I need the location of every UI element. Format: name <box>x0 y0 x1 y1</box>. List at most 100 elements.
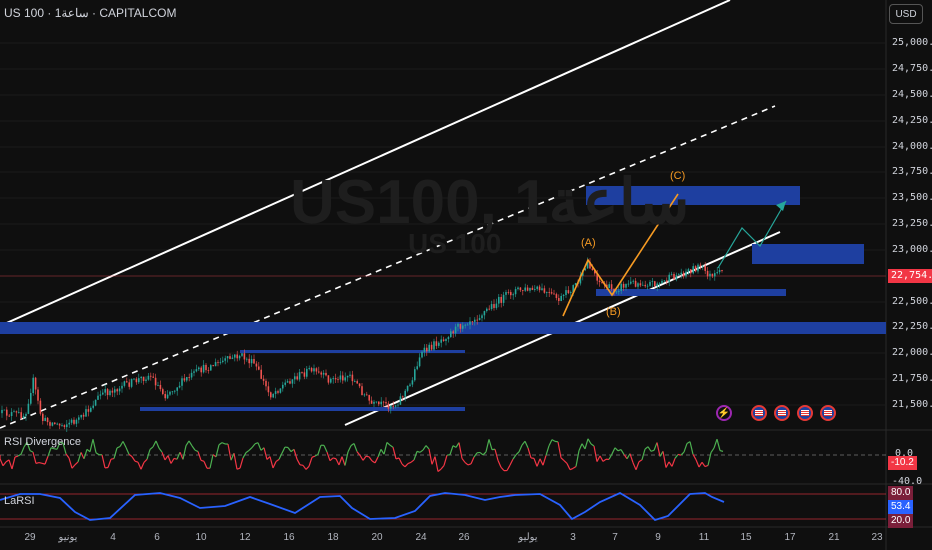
price-tick: 24,500.0 <box>892 89 932 100</box>
candle-body <box>66 424 68 428</box>
candle-body <box>267 386 270 393</box>
wave-label-a[interactable]: (A) <box>581 237 596 249</box>
candle-body <box>462 325 464 329</box>
candle-body <box>85 409 87 417</box>
candle-body <box>231 357 234 359</box>
range-bottom-line[interactable] <box>140 407 465 411</box>
support-zone-main[interactable] <box>0 322 886 334</box>
candle-body <box>109 390 111 396</box>
candle-body <box>546 292 548 293</box>
channel-mid-line[interactable] <box>0 105 776 429</box>
candle-body <box>27 403 30 414</box>
symbol-header[interactable]: US 100 · 1ساعة · CAPITALCOM <box>4 6 176 20</box>
channel-upper-line[interactable] <box>0 0 731 327</box>
target-zone-right[interactable] <box>752 244 864 264</box>
candle-body <box>507 292 510 293</box>
candle-body <box>452 331 454 334</box>
candle-body <box>500 296 502 303</box>
rsi-segment <box>527 447 532 459</box>
candle-body <box>668 274 670 282</box>
rsi-segment <box>431 456 436 465</box>
candle-body <box>214 362 217 367</box>
candle-body <box>63 425 66 428</box>
candle-body <box>32 377 34 394</box>
currency-button[interactable]: USD <box>889 4 923 24</box>
rsi-segment <box>110 458 115 460</box>
rsi-segment <box>698 461 703 468</box>
candle-body <box>632 280 634 282</box>
rsi-segment <box>101 454 106 468</box>
rsi-segment <box>218 442 223 446</box>
candle-body <box>183 378 186 381</box>
rsi-segment <box>425 445 430 450</box>
us-flag-icon[interactable] <box>797 405 813 421</box>
candle-body <box>318 371 320 373</box>
candle-body <box>130 379 133 387</box>
rsi-segment <box>17 453 22 457</box>
rsi-segment <box>647 446 652 452</box>
time-tick: 17 <box>784 532 796 543</box>
price-tick: 24,250.0 <box>892 115 932 126</box>
rsi-segment <box>368 456 373 462</box>
candle-body <box>116 389 118 392</box>
chart-canvas[interactable] <box>0 0 932 550</box>
wave-label-c[interactable]: (C) <box>670 170 685 182</box>
rsi-segment <box>575 450 580 467</box>
candle-body <box>291 379 294 384</box>
candle-body <box>296 376 298 380</box>
candle-body <box>430 344 433 350</box>
candle-body <box>721 269 723 271</box>
rsi-segment <box>452 445 457 448</box>
candle-body <box>510 292 512 296</box>
candle-body <box>330 378 332 383</box>
candle-body <box>570 292 572 294</box>
candle-body <box>702 265 704 267</box>
us-flag-icon[interactable] <box>751 405 767 421</box>
price-tick: 23,500.0 <box>892 192 932 203</box>
candle-body <box>649 281 651 286</box>
time-tick: 11 <box>698 532 710 543</box>
support-zone-b[interactable] <box>596 289 786 296</box>
rsi-segment <box>449 445 454 455</box>
candle-body <box>682 272 685 277</box>
candle-body <box>394 405 397 407</box>
candle-body <box>560 295 562 302</box>
price-tick: 23,750.0 <box>892 166 932 177</box>
candle-body <box>630 281 632 284</box>
candle-body <box>404 390 406 397</box>
rsi-segment <box>191 445 196 451</box>
rsi-pane-title[interactable]: RSI Divergence <box>4 436 81 448</box>
candle-body <box>538 286 541 291</box>
candle-body <box>44 417 46 422</box>
rsi-segment <box>140 462 145 470</box>
candle-body <box>642 284 644 286</box>
candle-body <box>406 385 409 391</box>
candle-body <box>255 363 258 367</box>
target-zone-upper[interactable] <box>586 186 800 205</box>
candle-body <box>440 339 442 343</box>
candle-body <box>409 384 411 386</box>
candle-body <box>692 266 694 274</box>
rsi-segment <box>566 463 571 470</box>
us-flag-icon[interactable] <box>820 405 836 421</box>
rsi-segment <box>500 466 505 472</box>
candle-body <box>49 422 51 426</box>
rsi-segment <box>233 453 238 470</box>
rsi-segment <box>107 458 112 468</box>
rsi-segment <box>539 458 544 466</box>
candle-body <box>315 368 318 372</box>
rsi-segment <box>8 459 13 470</box>
candle-body <box>706 270 709 277</box>
split-icon[interactable]: ⚡ <box>716 405 732 421</box>
rsi-segment <box>497 460 502 468</box>
rsi-segment <box>695 459 700 468</box>
rsi-segment <box>560 457 565 462</box>
rsi-segment <box>311 455 316 458</box>
wave-abc-path[interactable] <box>562 193 679 317</box>
wave-label-b[interactable]: (B) <box>606 306 621 318</box>
larsi-pane-title[interactable]: LaRSI <box>4 495 35 507</box>
rsi-segment <box>707 452 712 466</box>
range-top-line[interactable] <box>240 350 465 353</box>
us-flag-icon[interactable] <box>774 405 790 421</box>
rsi-segment <box>626 453 631 460</box>
